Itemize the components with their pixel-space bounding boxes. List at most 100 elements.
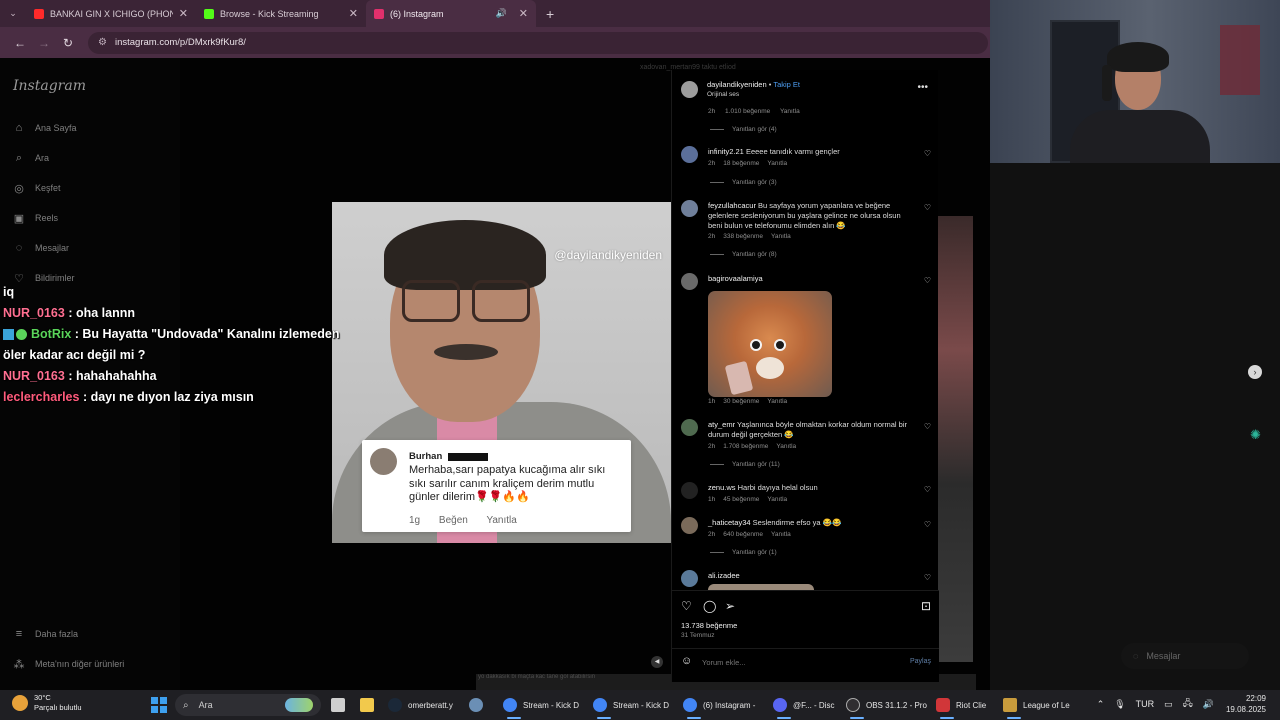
taskbar-pinned[interactable] <box>469 695 489 715</box>
nav-explore[interactable]: ◎ Keşfet <box>12 181 60 195</box>
avatar[interactable] <box>681 570 698 587</box>
comment-user[interactable]: bagirovaalamiya <box>708 274 763 283</box>
avatar[interactable] <box>681 200 698 217</box>
like-heart-icon[interactable]: ♡ <box>924 276 931 285</box>
like-heart-icon[interactable]: ♡ <box>924 520 931 529</box>
comment-likes[interactable]: 30 beğenme <box>723 398 759 405</box>
like-heart-icon[interactable]: ♡ <box>924 573 931 582</box>
comment-likes[interactable]: 18 beğenme <box>723 160 759 167</box>
microphone-icon[interactable]: 🎙 <box>1114 699 1125 710</box>
audio-label[interactable]: Orijinal ses <box>707 91 739 98</box>
comment-likes[interactable]: 1.010 beğenme <box>725 108 770 115</box>
tab-instagram[interactable]: (6) Instagram 🔊 ✕ <box>366 0 536 27</box>
reply-link[interactable]: Yanıtla <box>776 443 796 450</box>
volume-icon[interactable]: 🔊 <box>1203 699 1214 710</box>
like-heart-icon[interactable]: ♡ <box>924 203 931 212</box>
comment-user[interactable]: ali.izadee <box>708 571 740 580</box>
emoji-icon[interactable]: ☺ <box>681 655 692 667</box>
reply-link[interactable]: Yanıtla <box>767 398 787 405</box>
comment-input[interactable] <box>702 655 892 669</box>
weather-widget[interactable]: 30°C Parçalı bulutlu <box>12 693 82 713</box>
taskbar-item[interactable]: OBS 31.1.2 - Pro <box>846 695 927 719</box>
speaker-icon[interactable]: 🔊 <box>496 8 507 19</box>
tab-search-icon[interactable]: ⌄ <box>0 0 26 27</box>
display-icon[interactable]: ▭ <box>1164 699 1173 710</box>
follow-button[interactable]: Takip Et <box>773 80 800 89</box>
windows-start-icon[interactable] <box>151 697 167 713</box>
post-author[interactable]: dayilandikyeniden <box>707 80 767 89</box>
avatar[interactable] <box>681 146 698 163</box>
avatar[interactable] <box>681 81 698 98</box>
nav-meta-products[interactable]: ⁂ Meta'nın diğer ürünleri <box>12 657 125 671</box>
instagram-logo[interactable]: Instagram <box>13 78 86 94</box>
bookmark-icon[interactable]: ⊡ <box>921 599 931 613</box>
forward-icon[interactable]: → <box>32 36 56 50</box>
more-options-icon[interactable]: ••• <box>917 82 928 93</box>
new-tab-button[interactable]: + <box>546 6 554 22</box>
reply-link[interactable]: Yanıtla <box>767 160 787 167</box>
comment-icon[interactable]: ◯ <box>703 599 716 613</box>
taskbar-item[interactable]: Stream - Kick D <box>503 695 579 719</box>
close-icon[interactable]: ✕ <box>519 7 528 20</box>
comment-user[interactable]: zenu.ws <box>708 483 736 492</box>
view-replies[interactable]: Yanıtları gör (11) <box>710 461 780 468</box>
taskbar-item[interactable]: (6) Instagram - <box>683 695 755 719</box>
comment-likes[interactable]: 640 beğenme <box>723 531 763 538</box>
comment-user[interactable]: infinity2.21 <box>708 147 744 156</box>
taskbar-item[interactable]: @F... - Disc <box>773 695 834 719</box>
taskbar-item[interactable]: Riot Clie <box>936 695 986 719</box>
reply-link[interactable]: Yanıtla <box>780 108 800 115</box>
post-video[interactable]: @dayilandikyeniden Burhan Merhaba,sarı p… <box>332 202 671 543</box>
site-info-icon[interactable]: ⚙ <box>98 37 107 48</box>
taskbar-task-view[interactable] <box>331 695 351 715</box>
chevron-up-icon[interactable]: ⌃ <box>1097 699 1105 710</box>
reply-link[interactable]: Yanıtla <box>771 531 791 538</box>
tab-youtube[interactable]: BANKAI GIN X ICHIGO (PHONK ✕ <box>26 0 196 27</box>
close-icon[interactable]: ✕ <box>349 7 358 20</box>
comment-user[interactable]: feyzullahcacur <box>708 201 756 210</box>
comment-likes[interactable]: 45 beğenme <box>723 496 759 503</box>
nav-messages[interactable]: ◌ Mesajlar <box>12 241 69 255</box>
comment-user[interactable]: aty_emr <box>708 420 735 429</box>
taskbar-item[interactable]: Stream - Kick D <box>593 695 669 719</box>
url-field[interactable]: ⚙ instagram.com/p/DMxrk9fKur8/ <box>88 31 988 54</box>
comment-likes[interactable]: 338 beğenme <box>723 233 763 240</box>
clock[interactable]: 22:09 19.08.2025 <box>1226 693 1266 715</box>
close-icon[interactable]: ✕ <box>179 7 188 20</box>
next-post-icon[interactable]: › <box>1248 365 1262 379</box>
taskbar-search[interactable]: ⌕ Ara <box>175 694 321 716</box>
share-icon[interactable]: ➢ <box>725 599 735 613</box>
network-icon[interactable]: 🖧 <box>1183 696 1193 712</box>
like-heart-icon[interactable]: ♡ <box>681 599 692 613</box>
like-heart-icon[interactable]: ♡ <box>924 149 931 158</box>
avatar[interactable] <box>681 419 698 436</box>
nav-reels[interactable]: ▣ Reels <box>12 211 58 225</box>
comment-user[interactable]: _haticetay34 <box>708 518 751 527</box>
likes-total[interactable]: 13.738 beğenme <box>681 621 737 630</box>
avatar[interactable] <box>681 273 698 290</box>
back-icon[interactable]: ← <box>8 36 32 50</box>
nav-more[interactable]: ≡ Daha fazla <box>12 627 78 641</box>
view-replies[interactable]: Yanıtları gör (8) <box>710 251 777 258</box>
adjacent-post-preview[interactable] <box>938 216 973 662</box>
like-heart-icon[interactable]: ♡ <box>924 485 931 494</box>
avatar[interactable] <box>681 517 698 534</box>
view-replies[interactable]: Yanıtları gör (3) <box>710 179 777 186</box>
view-replies[interactable]: Yanıtları gör (4) <box>710 126 777 133</box>
comment-gif-fox[interactable] <box>708 291 832 397</box>
mute-icon[interactable]: ◀ <box>651 656 663 668</box>
assistant-icon[interactable]: ✺ <box>1250 427 1266 443</box>
reply-link[interactable]: Yanıtla <box>767 496 787 503</box>
share-post-button[interactable]: Paylaş <box>910 658 931 665</box>
language-indicator[interactable]: TUR <box>1136 699 1155 709</box>
avatar[interactable] <box>681 482 698 499</box>
taskbar-item[interactable]: omerberatt.y <box>388 695 453 715</box>
tab-kick[interactable]: Browse - Kick Streaming ✕ <box>196 0 366 27</box>
reply-link[interactable]: Yanıtla <box>771 233 791 240</box>
like-heart-icon[interactable]: ♡ <box>924 422 931 431</box>
comment-likes[interactable]: 1.708 beğenme <box>723 443 768 450</box>
view-replies[interactable]: Yanıtları gör (1) <box>710 549 777 556</box>
nav-search[interactable]: ⌕ Ara <box>12 151 49 165</box>
nav-home[interactable]: ⌂ Ana Sayfa <box>12 121 77 135</box>
taskbar-item[interactable]: League of Le <box>1003 695 1070 719</box>
